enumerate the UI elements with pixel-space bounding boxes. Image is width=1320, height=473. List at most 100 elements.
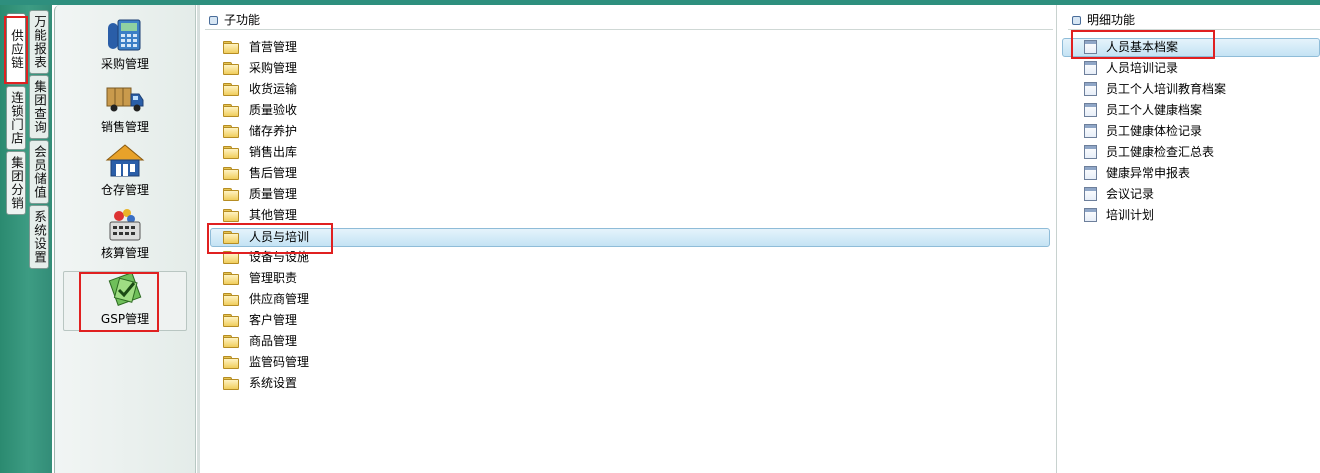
tab-universal-reports[interactable]: 万能报表 [29, 10, 49, 74]
list-item[interactable]: 设备与设施 [223, 248, 309, 266]
list-item[interactable]: 质量验收 [223, 101, 297, 119]
list-item-label: 销售出库 [249, 145, 298, 159]
tab-supply-chain[interactable]: 供应链 [6, 13, 26, 85]
folder-open-icon [223, 231, 239, 244]
list-item[interactable]: 售后管理 [223, 164, 297, 182]
tab-system-settings[interactable]: 系统设置 [29, 205, 49, 269]
folder-icon [223, 335, 239, 348]
list-item-label: 商品管理 [249, 334, 298, 348]
folder-icon [223, 125, 239, 138]
detail-item[interactable]: 人员培训记录 [1084, 59, 1178, 77]
module-warehouse[interactable]: 仓存管理 [63, 143, 187, 203]
folder-icon [223, 41, 239, 54]
detail-item[interactable]: 员工健康体检记录 [1084, 122, 1202, 140]
list-item[interactable]: 商品管理 [223, 332, 297, 350]
detail-item-label: 员工健康检查汇总表 [1106, 145, 1215, 159]
document-icon [1084, 40, 1097, 54]
list-item-label: 质量验收 [249, 103, 298, 117]
detail-item-label: 人员培训记录 [1106, 61, 1179, 75]
list-item-label: 设备与设施 [249, 250, 310, 264]
module-accounting[interactable]: 核算管理 [63, 206, 187, 266]
sub-panel-header: 子功能 [205, 11, 1053, 30]
module-label: 采购管理 [100, 57, 149, 71]
detail-panel-title: 明细功能 [1087, 13, 1136, 27]
document-icon [1084, 82, 1097, 96]
detail-item[interactable]: 员工健康检查汇总表 [1084, 143, 1214, 161]
list-item[interactable]: 其他管理 [223, 206, 297, 224]
detail-item-label: 培训计划 [1106, 208, 1155, 222]
list-item[interactable]: 质量管理 [223, 185, 297, 203]
tab-member-stored-value[interactable]: 会员储值 [29, 140, 49, 204]
detail-item-label: 员工个人培训教育档案 [1106, 82, 1227, 96]
detail-item-selected[interactable]: 人员基本档案 [1084, 38, 1178, 56]
detail-item[interactable]: 员工个人健康档案 [1084, 101, 1202, 119]
module-sales[interactable]: 销售管理 [63, 80, 187, 140]
folder-icon [223, 251, 239, 264]
folder-icon [223, 314, 239, 327]
panel-divider[interactable] [1056, 5, 1057, 473]
detail-item[interactable]: 员工个人培训教育档案 [1084, 80, 1226, 98]
module-label: 销售管理 [100, 120, 149, 134]
outer-tab-rail: 供应链 连锁门店 集团分销 万能报表 集团查询 会员储值 系统设置 [0, 5, 52, 473]
folder-icon [223, 104, 239, 117]
gsp-icon [108, 272, 142, 306]
list-item-label: 客户管理 [249, 313, 298, 327]
panel-divider[interactable] [197, 5, 200, 473]
list-item-label: 储存养护 [249, 124, 298, 138]
folder-icon [223, 272, 239, 285]
header-square-icon [209, 16, 218, 25]
detail-item-label: 会议记录 [1106, 187, 1155, 201]
tab-group-distribution[interactable]: 集团分销 [6, 151, 26, 215]
detail-item[interactable]: 会议记录 [1084, 185, 1154, 203]
folder-icon [223, 356, 239, 369]
list-item-label: 管理职责 [249, 271, 298, 285]
module-label: GSP管理 [100, 312, 150, 326]
list-item[interactable]: 管理职责 [223, 269, 297, 287]
tab-chain-stores[interactable]: 连锁门店 [6, 86, 26, 150]
purchase-icon [108, 19, 141, 51]
truck-icon [106, 87, 144, 112]
module-label: 核算管理 [100, 246, 149, 260]
list-item-label: 供应商管理 [249, 292, 310, 306]
document-icon [1084, 166, 1097, 180]
folder-icon [223, 62, 239, 75]
list-item[interactable]: 收货运输 [223, 80, 297, 98]
list-item-label: 采购管理 [249, 61, 298, 75]
header-square-icon [1072, 16, 1081, 25]
list-item[interactable]: 系统设置 [223, 374, 297, 392]
module-gsp[interactable]: GSP管理 [63, 271, 187, 331]
list-item-label: 系统设置 [249, 376, 298, 390]
detail-item-label: 人员基本档案 [1106, 40, 1179, 54]
accounting-icon [109, 209, 141, 241]
list-item-label: 售后管理 [249, 166, 298, 180]
document-icon [1084, 208, 1097, 222]
list-item-label: 监管码管理 [249, 355, 310, 369]
list-item[interactable]: 采购管理 [223, 59, 297, 77]
detail-panel-header: 明细功能 [1068, 11, 1320, 30]
list-item-label: 质量管理 [249, 187, 298, 201]
detail-item-label: 员工个人健康档案 [1106, 103, 1203, 117]
list-item-label: 首营管理 [249, 40, 298, 54]
list-item[interactable]: 监管码管理 [223, 353, 309, 371]
list-item[interactable]: 销售出库 [223, 143, 297, 161]
document-icon [1084, 145, 1097, 159]
list-item[interactable]: 首营管理 [223, 38, 297, 56]
sub-panel-title: 子功能 [224, 13, 261, 27]
folder-icon [223, 188, 239, 201]
document-icon [1084, 124, 1097, 138]
document-icon [1084, 187, 1097, 201]
list-item-selected[interactable]: 人员与培训 [223, 228, 309, 246]
warehouse-icon [105, 144, 145, 177]
list-item-label: 收货运输 [249, 82, 298, 96]
detail-item[interactable]: 培训计划 [1084, 206, 1154, 224]
list-item[interactable]: 供应商管理 [223, 290, 309, 308]
detail-item[interactable]: 健康异常申报表 [1084, 164, 1190, 182]
list-item[interactable]: 储存养护 [223, 122, 297, 140]
module-label: 仓存管理 [100, 183, 149, 197]
module-purchase[interactable]: 采购管理 [63, 17, 187, 77]
list-item[interactable]: 客户管理 [223, 311, 297, 329]
document-icon [1084, 103, 1097, 117]
list-item-label: 人员与培训 [249, 230, 310, 244]
document-icon [1084, 61, 1097, 75]
tab-group-query[interactable]: 集团查询 [29, 75, 49, 139]
